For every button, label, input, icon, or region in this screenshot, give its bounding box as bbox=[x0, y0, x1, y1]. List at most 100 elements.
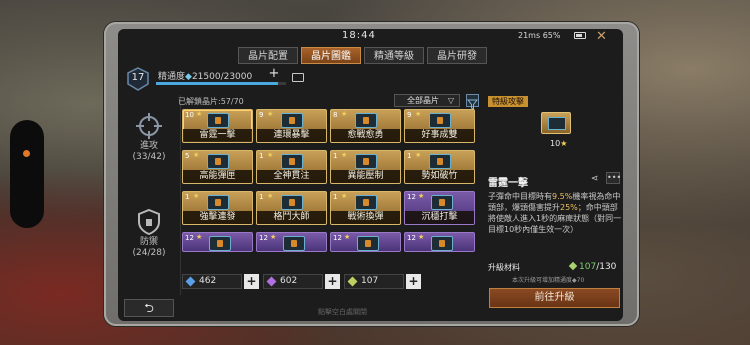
status-bar: 18:44 21ms 65% ✕ bbox=[118, 29, 623, 44]
more-options-icon[interactable]: ••• bbox=[606, 172, 621, 184]
resource-blue: 462 bbox=[182, 274, 242, 289]
chip-card-level: 12 bbox=[407, 234, 416, 242]
chip-icon bbox=[209, 236, 231, 251]
chip-card-level: 12 bbox=[407, 193, 416, 201]
star-icon: ★ bbox=[270, 233, 277, 241]
chip-card-name: 勢如破竹 bbox=[405, 170, 474, 183]
chip-card-level: 10 bbox=[185, 111, 194, 119]
chip-card[interactable]: 10 ★ 雷霆一擊 bbox=[182, 109, 253, 143]
network-latency: 21ms 65% bbox=[518, 31, 561, 40]
chip-icon bbox=[281, 113, 303, 128]
chip-card[interactable]: 8 ★ 愈戰愈勇 bbox=[330, 109, 401, 143]
chip-icon bbox=[429, 113, 451, 128]
star-icon: ★ bbox=[341, 110, 348, 118]
chip-card-level: 9 bbox=[259, 111, 264, 119]
tab-chip-config[interactable]: 晶片配置 bbox=[238, 47, 298, 64]
chip-card[interactable]: 1 ★ 強擊連發 bbox=[182, 191, 253, 225]
chip-icon bbox=[281, 195, 303, 210]
chip-card-name: 強擊連發 bbox=[183, 211, 252, 224]
close-hint: 點擊空白處關閉 bbox=[318, 308, 367, 316]
chip-card[interactable]: 1 ★ 全神貫注 bbox=[256, 150, 327, 184]
chip-card[interactable]: 1 ★ 戰術換彈 bbox=[330, 191, 401, 225]
mastery-text: 精通度◆21500/23000 bbox=[158, 72, 253, 82]
shield-icon bbox=[134, 207, 164, 237]
chip-card[interactable]: 12 ★ bbox=[404, 232, 475, 252]
chip-card-name: 異能壓制 bbox=[331, 170, 400, 183]
filter-icon[interactable] bbox=[466, 94, 479, 110]
indicator-dot bbox=[23, 150, 30, 157]
chip-card[interactable]: 1 ★ 勢如破竹 bbox=[404, 150, 475, 184]
chip-card[interactable]: 5 ★ 高能彈匣 bbox=[182, 150, 253, 184]
share-icon[interactable]: ⋖ bbox=[591, 174, 601, 184]
screenshot-icon[interactable] bbox=[292, 73, 304, 82]
tab-chip-research[interactable]: 晶片研發 bbox=[427, 47, 487, 64]
star-icon: ★ bbox=[193, 192, 200, 200]
close-icon[interactable]: ✕ bbox=[596, 29, 607, 44]
chip-card-name: 戰術換彈 bbox=[331, 211, 400, 224]
star-icon: ★ bbox=[341, 192, 348, 200]
chip-card-level: 1 bbox=[333, 193, 338, 201]
chip-icon bbox=[283, 236, 305, 251]
category-defense-count: (24/28) bbox=[132, 248, 166, 258]
chip-card-level: 1 bbox=[259, 193, 264, 201]
chip-icon bbox=[355, 113, 377, 128]
star-icon: ★ bbox=[196, 110, 203, 118]
chip-rarity-tag: 特級攻擊 bbox=[488, 96, 528, 107]
star-icon: ★ bbox=[415, 110, 422, 118]
star-icon: ★ bbox=[267, 151, 274, 159]
chip-card-level: 1 bbox=[407, 152, 412, 160]
chip-filter-select[interactable]: 全部晶片 ▽ bbox=[394, 94, 460, 107]
star-icon: ★ bbox=[341, 151, 348, 159]
chip-card[interactable]: 12 ★ bbox=[182, 232, 253, 252]
material-count: 107/130 bbox=[568, 261, 616, 272]
chip-card[interactable]: 12 ★ bbox=[330, 232, 401, 252]
tab-bar: 晶片配置 晶片圖鑑 精通等級 晶片研發 bbox=[238, 47, 487, 64]
chip-card-name: 格鬥大師 bbox=[257, 211, 326, 224]
crosshair-icon bbox=[134, 111, 164, 141]
add-gold-resource-button[interactable]: + bbox=[406, 274, 421, 289]
chip-card-level: 8 bbox=[333, 111, 338, 119]
chip-detail-panel: 特級攻擊 10★ 雷霆一擊 ⋖ ••• 子彈命中目標時有9.5%機率視為命中頭部… bbox=[488, 95, 623, 308]
chip-card-level: 1 bbox=[333, 152, 338, 160]
tab-mastery-level[interactable]: 精通等級 bbox=[364, 47, 424, 64]
chip-icon bbox=[207, 195, 229, 210]
chevron-down-icon: ▽ bbox=[447, 96, 454, 105]
category-defense[interactable]: 防禦 (24/28) bbox=[122, 207, 176, 259]
category-defense-label: 防禦 bbox=[139, 237, 158, 247]
level-badge: 17 bbox=[126, 67, 150, 91]
chip-icon bbox=[355, 154, 377, 169]
chip-card[interactable]: 1 ★ 異能壓制 bbox=[330, 150, 401, 184]
chip-icon bbox=[207, 113, 229, 128]
star-icon: ★ bbox=[415, 151, 422, 159]
chip-card-level: 12 bbox=[185, 234, 194, 242]
tab-chip-codex[interactable]: 晶片圖鑑 bbox=[301, 47, 361, 64]
chip-icon bbox=[281, 154, 303, 169]
unlocked-count: 已解鎖晶片:57/70 bbox=[178, 97, 244, 106]
category-attack[interactable]: 進攻 (33/42) bbox=[122, 111, 176, 163]
chip-card-name: 高能彈匣 bbox=[183, 170, 252, 183]
chip-card-name: 雷霆一擊 bbox=[183, 129, 252, 142]
material-gem-icon bbox=[568, 261, 578, 271]
resource-purple: 602 bbox=[263, 274, 323, 289]
back-button[interactable]: ⮌ bbox=[124, 299, 174, 317]
chip-card[interactable]: 12 ★ 沉穩打擊 bbox=[404, 191, 475, 225]
game-screen: 18:44 21ms 65% ✕ 晶片配置 晶片圖鑑 精通等級 晶片研發 17 … bbox=[118, 29, 623, 321]
sidebar-divider bbox=[180, 95, 181, 295]
chip-card[interactable]: 9 ★ 好事成雙 bbox=[404, 109, 475, 143]
category-attack-label: 進攻 bbox=[139, 141, 158, 151]
chip-card[interactable]: 1 ★ 格鬥大師 bbox=[256, 191, 327, 225]
add-blue-resource-button[interactable]: + bbox=[244, 274, 259, 289]
chip-card[interactable]: 9 ★ 連環暴擊 bbox=[256, 109, 327, 143]
add-mastery-button[interactable]: + bbox=[268, 67, 280, 80]
add-purple-resource-button[interactable]: + bbox=[325, 274, 340, 289]
chip-card[interactable]: 12 ★ bbox=[256, 232, 327, 252]
chip-description: 子彈命中目標時有9.5%機率視為命中頭部，爆頭傷害提升25%；命中頭部將使敵人進… bbox=[488, 192, 622, 234]
material-label: 升級材料 bbox=[488, 263, 520, 272]
side-control-pill[interactable] bbox=[10, 120, 44, 228]
go-upgrade-button[interactable]: 前往升級 bbox=[489, 288, 620, 308]
chip-icon bbox=[431, 195, 453, 210]
chip-card-name: 愈戰愈勇 bbox=[331, 129, 400, 142]
chip-icon bbox=[355, 195, 377, 210]
chip-card-name: 連環暴擊 bbox=[257, 129, 326, 142]
mastery-progress-bar bbox=[156, 82, 286, 85]
